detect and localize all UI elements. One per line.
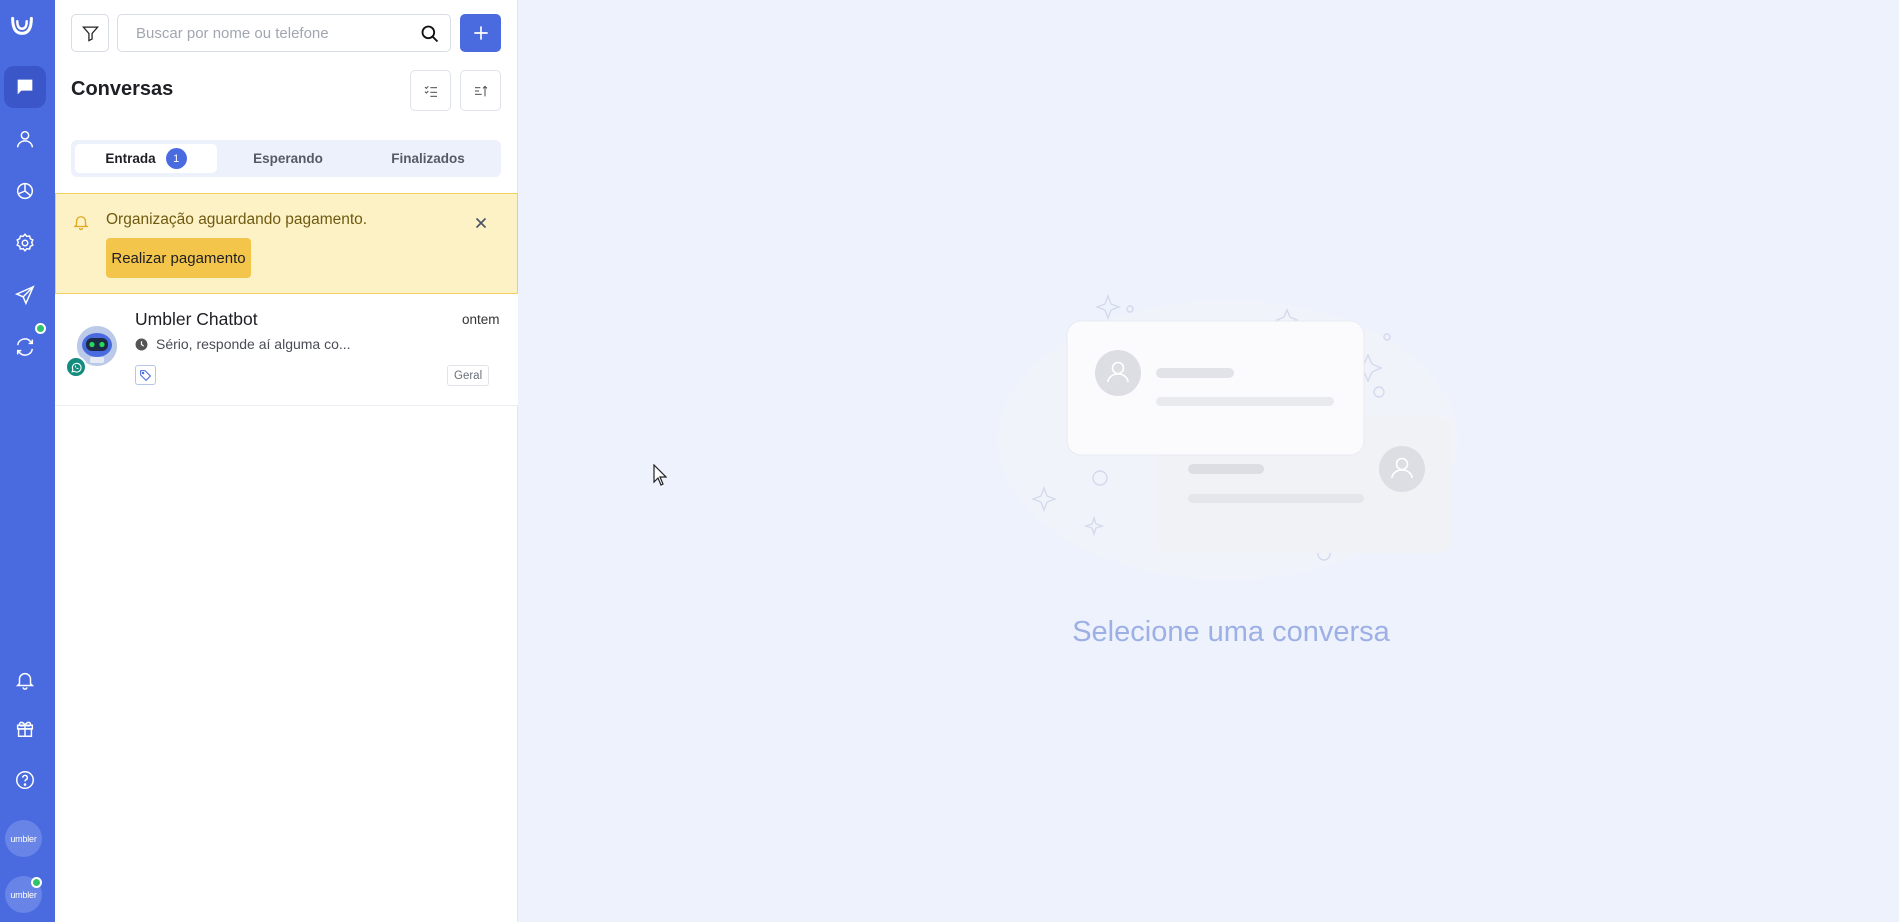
search-icon[interactable] (420, 24, 440, 44)
tag-icon (140, 369, 152, 381)
mouse-cursor-icon (653, 464, 667, 486)
main-area: Selecione uma conversa (518, 0, 1899, 922)
checklist-icon (424, 85, 437, 97)
whatsapp-icon (65, 356, 87, 378)
conversation-list-item[interactable]: Umbler Chatbot ontem Sério, responde aí … (55, 294, 518, 406)
conversation-panel: Conversas Entrada 1 Esperando Finalizado… (55, 0, 518, 922)
tab-finalizados[interactable]: Finalizados (359, 144, 497, 173)
unread-count-badge: 1 (165, 148, 187, 169)
chat-icon (17, 79, 33, 95)
gear-icon (16, 233, 34, 252)
payment-alert: Organização aguardando pagamento. Realiz… (55, 193, 518, 294)
help-icon (16, 771, 34, 789)
gift-icon (16, 721, 34, 737)
contact-name: Umbler Chatbot (135, 309, 258, 329)
add-tag-button[interactable] (135, 365, 156, 385)
page-title: Conversas (71, 78, 174, 100)
search-box (117, 14, 451, 52)
user-icon (16, 130, 34, 148)
tab-esperando[interactable]: Esperando (219, 144, 357, 173)
tab-label: Finalizados (391, 151, 465, 166)
send-icon (14, 285, 35, 306)
close-icon[interactable] (472, 214, 490, 232)
nav-chats[interactable] (4, 66, 46, 108)
nav-help[interactable] (4, 759, 46, 801)
empty-state-illustration (998, 294, 1458, 580)
sync-icon (16, 338, 34, 356)
nav-contacts[interactable] (4, 118, 46, 160)
nav-gifts[interactable] (4, 707, 46, 749)
new-conversation-button[interactable] (460, 14, 501, 52)
tab-entrada[interactable]: Entrada 1 (75, 144, 217, 173)
sort-button[interactable] (460, 70, 501, 111)
department-badge: Geral (447, 365, 490, 386)
tab-label: Esperando (253, 151, 323, 166)
last-message-preview: Sério, responde aí alguma co... (156, 336, 351, 352)
conversation-time: ontem (462, 312, 500, 327)
bell-icon (73, 216, 89, 231)
conversation-tabs: Entrada 1 Esperando Finalizados (71, 140, 501, 177)
clock-icon (135, 338, 148, 351)
filter-icon (81, 26, 99, 42)
alert-message: Organização aguardando pagamento. (106, 211, 368, 228)
umbler-logo-icon[interactable] (6, 8, 38, 40)
empty-state-message: Selecione uma conversa (1072, 616, 1390, 648)
search-input[interactable] (118, 15, 408, 51)
organization-avatar[interactable]: umbler (5, 820, 42, 857)
chart-pie-icon (16, 182, 34, 200)
nav-notifications[interactable] (4, 659, 46, 701)
online-status-dot (35, 323, 46, 334)
tab-label: Entrada (105, 151, 156, 166)
nav-campaigns[interactable] (4, 274, 46, 316)
filter-button[interactable] (71, 14, 109, 52)
plus-icon (473, 26, 488, 40)
make-payment-button[interactable]: Realizar pagamento (106, 238, 251, 278)
nav-reports[interactable] (4, 170, 46, 212)
bell-icon (15, 672, 35, 690)
nav-settings[interactable] (4, 222, 46, 264)
left-nav-rail: umbler umbler (0, 0, 55, 922)
bulk-select-button[interactable] (410, 70, 451, 111)
sort-icon (474, 85, 487, 96)
user-online-dot (31, 877, 42, 888)
